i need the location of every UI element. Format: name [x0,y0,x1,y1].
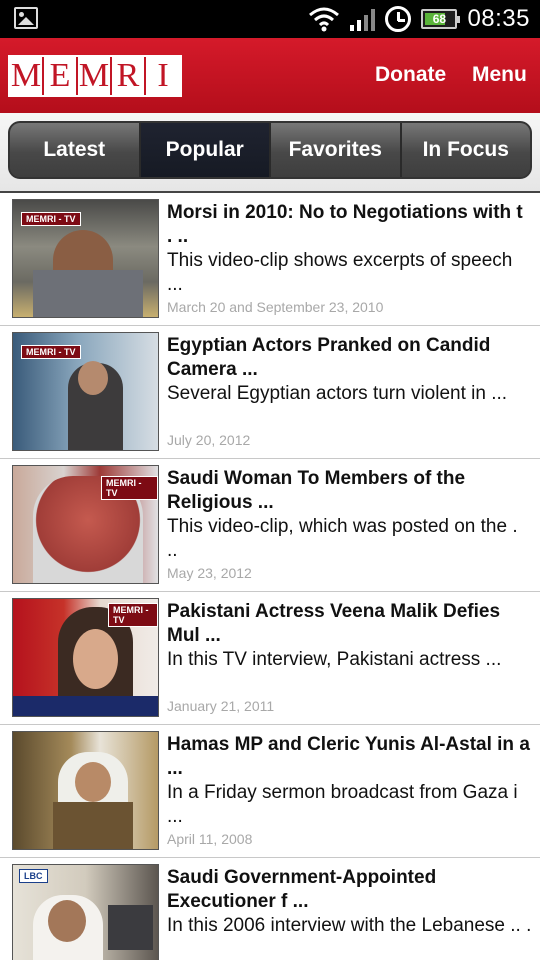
item-date: January 21, 2011 [167,698,275,714]
item-title: Hamas MP and Cleric Yunis Al-Astal in a … [167,734,530,779]
gallery-notification-icon [14,7,38,29]
list-item[interactable]: MEMRI - TV Morsi in 2010: No to Negotiat… [0,193,540,326]
item-date: May 23, 2012 [167,565,252,581]
logo-letter: I [157,57,169,94]
tab-in-focus[interactable]: In Focus [401,123,530,177]
wifi-icon [309,7,340,32]
app-bar: M E M R I Donate Menu [0,38,540,113]
list-item[interactable]: MEMRI - TV Egyptian Actors Pranked on Ca… [0,326,540,459]
item-description: In a Friday sermon broadcast from Gaza i… [167,782,518,827]
thumbnail-channel-logo: MEMRI - TV [21,345,81,359]
tab-latest[interactable]: Latest [10,123,141,177]
logo-letter: E [44,57,78,95]
video-thumbnail: MEMRI - TV [12,465,159,584]
item-title: Saudi Government-Appointed Executioner f… [167,867,437,912]
video-thumbnail: MEMRI - TV [12,332,159,451]
thumbnail-channel-logo: MEMRI - TV [101,476,158,500]
video-thumbnail: LBC [12,864,159,960]
alarm-icon [385,6,412,32]
battery-level: 68 [432,12,447,26]
list-item[interactable]: LBC Saudi Government-Appointed Execution… [0,858,540,960]
signal-strength-icon [350,7,376,31]
item-title: Saudi Woman To Members of the Religious … [167,468,466,513]
tab-favorites[interactable]: Favorites [271,123,402,177]
list-item[interactable]: Hamas MP and Cleric Yunis Al-Astal in a … [0,725,540,858]
status-icons: 68 08:35 [308,0,530,38]
battery-icon: 68 [421,9,461,29]
menu-button[interactable]: Menu [472,63,527,87]
thumbnail-channel-logo: LBC [19,869,48,883]
item-description: This video-clip, which was posted on the… [167,516,518,561]
thumbnail-channel-logo: MEMRI - TV [108,603,158,627]
video-thumbnail [12,731,159,850]
item-title: Egyptian Actors Pranked on Candid Camera… [167,335,491,380]
item-date: April 11, 2008 [167,831,253,847]
item-date: March 20 and September 23, 2010 [167,299,384,315]
status-bar: 68 08:35 [0,0,540,38]
video-list: MEMRI - TV Morsi in 2010: No to Negotiat… [0,193,540,960]
logo-letter: M [78,57,112,95]
segmented-tabs: Latest Popular Favorites In Focus [8,121,532,179]
list-item[interactable]: MEMRI - TV Pakistani Actress Veena Malik… [0,592,540,725]
item-description: This video-clip shows excerpts of speech… [167,250,513,295]
item-date: July 20, 2012 [167,432,251,448]
video-thumbnail: MEMRI - TV [12,598,159,717]
logo-letter: R [112,57,146,95]
tab-popular[interactable]: Popular [140,123,271,177]
memri-logo[interactable]: M E M R I [8,55,182,97]
logo-letter: M [10,57,44,95]
list-item[interactable]: MEMRI - TV Saudi Woman To Members of the… [0,459,540,592]
item-description: Several Egyptian actors turn violent in … [167,383,508,404]
item-title: Pakistani Actress Veena Malik Defies Mul… [167,601,501,646]
item-title: Morsi in 2010: No to Negotiations with t… [167,202,523,247]
item-description: In this TV interview, Pakistani actress … [167,649,502,670]
donate-button[interactable]: Donate [375,63,446,87]
status-time: 08:35 [467,5,530,32]
tab-bar: Latest Popular Favorites In Focus [0,113,540,193]
video-thumbnail: MEMRI - TV [12,199,159,318]
item-description: In this 2006 interview with the Lebanese… [167,915,532,936]
thumbnail-channel-logo: MEMRI - TV [21,212,81,226]
